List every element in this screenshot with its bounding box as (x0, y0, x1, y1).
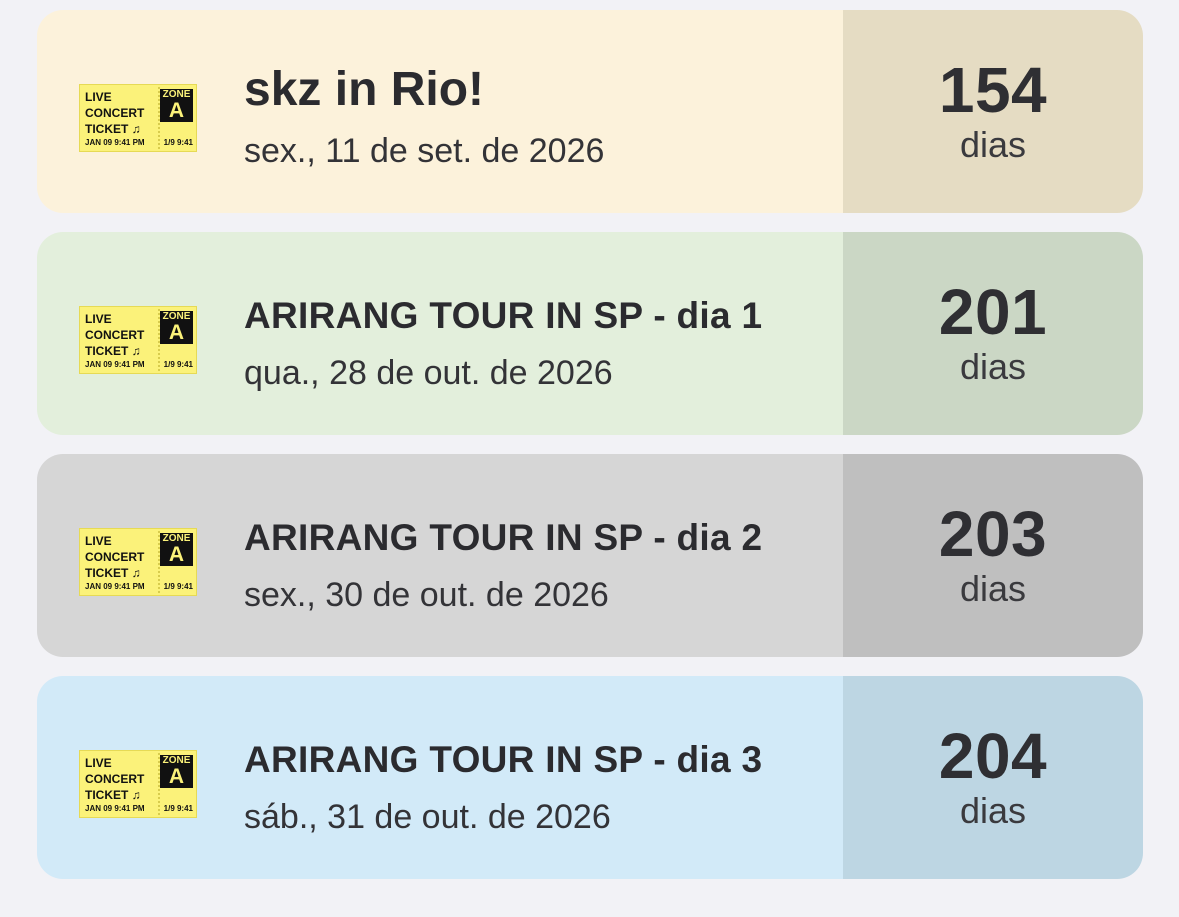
days-remaining-panel: 201 dias (843, 232, 1143, 435)
ticket-icon-text: LIVE CONCERT TICKET ♫ (85, 90, 145, 136)
ticket-zone-badge: ZONE A (160, 533, 193, 566)
ticket-footer-right: 1/9 9:41 (163, 582, 193, 591)
ticket-zone-badge: ZONE A (160, 311, 193, 344)
event-title: ARIRANG TOUR IN SP - dia 3 (244, 739, 763, 780)
ticket-footer-left: JAN 09 9:41 PM (85, 360, 145, 369)
ticket-footer-left: JAN 09 9:41 PM (85, 582, 145, 591)
ticket-footer-right: 1/9 9:41 (163, 360, 193, 369)
days-count: 204 (938, 719, 1048, 792)
ticket-zone-badge: ZONE A (160, 755, 193, 788)
event-card[interactable]: LIVE CONCERT TICKET ♫ ZONE A JAN 09 9:41 PM 1/… (37, 676, 1143, 879)
event-card[interactable]: LIVE CONCERT TICKET ♫ ZONE A JAN 09 9:41 PM 1/… (37, 454, 1143, 657)
event-title: skz in Rio! (244, 63, 485, 116)
ticket-zone-badge: ZONE A (160, 89, 193, 122)
event-text: ARIRANG TOUR IN SP - dia 1 qua., 28 de ou… (244, 232, 843, 435)
ticket-icon-text: LIVE CONCERT TICKET ♫ (85, 534, 145, 580)
event-text: ARIRANG TOUR IN SP - dia 2 sex., 30 de ou… (244, 454, 843, 657)
days-count: 154 (938, 53, 1048, 126)
event-date: sáb., 31 de out. de 2026 (244, 798, 611, 836)
event-card-main: LIVE CONCERT TICKET ♫ ZONE A JAN 09 9:41 PM 1/… (37, 454, 843, 657)
event-card-main: LIVE CONCERT TICKET ♫ ZONE A JAN 09 9:41 PM 1/… (37, 676, 843, 879)
event-date: sex., 11 de set. de 2026 (244, 132, 605, 170)
event-card[interactable]: LIVE CONCERT TICKET ♫ ZONE A JAN 09 9:41 PM 1/… (37, 232, 1143, 435)
event-text: skz in Rio! sex., 11 de set. de 2026 (244, 10, 843, 213)
concert-ticket-icon: LIVE CONCERT TICKET ♫ ZONE A JAN 09 9:41 PM 1/… (79, 528, 197, 596)
event-date: qua., 28 de out. de 2026 (244, 354, 613, 392)
ticket-footer-left: JAN 09 9:41 PM (85, 138, 145, 147)
ticket-icon-text: LIVE CONCERT TICKET ♫ (85, 756, 145, 802)
event-card[interactable]: LIVE CONCERT TICKET ♫ ZONE A JAN 09 9:41 PM 1/… (37, 10, 1143, 213)
event-card-main: LIVE CONCERT TICKET ♫ ZONE A JAN 09 9:41 PM 1/… (37, 232, 843, 435)
days-unit-label: dias (959, 567, 1027, 609)
days-unit-label: dias (959, 789, 1027, 831)
ticket-footer-left: JAN 09 9:41 PM (85, 804, 145, 813)
countdown-list: LIVE CONCERT TICKET ♫ ZONE A JAN 09 9:41 PM 1/… (37, 10, 1143, 898)
ticket-footer-right: 1/9 9:41 (163, 138, 193, 147)
days-unit-label: dias (959, 345, 1027, 387)
event-title: ARIRANG TOUR IN SP - dia 2 (244, 517, 763, 558)
days-remaining-panel: 154 dias (843, 10, 1143, 213)
days-remaining-panel: 203 dias (843, 454, 1143, 657)
days-remaining-panel: 204 dias (843, 676, 1143, 879)
event-date: sex., 30 de out. de 2026 (244, 576, 609, 614)
concert-ticket-icon: LIVE CONCERT TICKET ♫ ZONE A JAN 09 9:41 PM 1/… (79, 750, 197, 818)
concert-ticket-icon: LIVE CONCERT TICKET ♫ ZONE A JAN 09 9:41 PM 1/… (79, 306, 197, 374)
days-count: 201 (938, 275, 1048, 348)
days-unit-label: dias (959, 123, 1027, 165)
concert-ticket-icon: LIVE CONCERT TICKET ♫ ZONE A JAN 09 9:41 PM 1/… (79, 84, 197, 152)
event-card-main: LIVE CONCERT TICKET ♫ ZONE A JAN 09 9:41 PM 1/… (37, 10, 843, 213)
event-text: ARIRANG TOUR IN SP - dia 3 sáb., 31 de ou… (244, 676, 843, 879)
days-count: 203 (938, 497, 1048, 570)
event-title: ARIRANG TOUR IN SP - dia 1 (244, 295, 763, 336)
ticket-icon-text: LIVE CONCERT TICKET ♫ (85, 312, 145, 358)
ticket-footer-right: 1/9 9:41 (163, 804, 193, 813)
